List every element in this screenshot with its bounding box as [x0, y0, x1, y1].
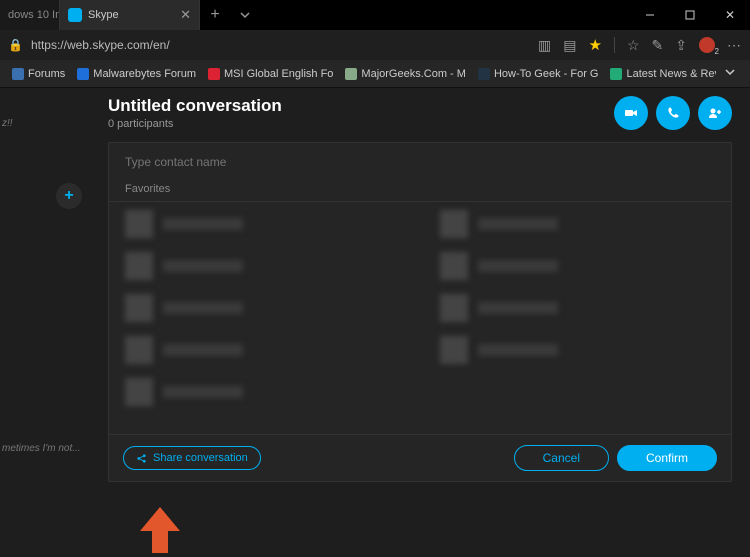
add-people-button[interactable] [698, 96, 732, 130]
contact-name [163, 260, 243, 272]
bookmark-item[interactable]: MajorGeeks.Com - M [339, 68, 472, 80]
contact-search-input[interactable] [125, 155, 715, 169]
bookmark-favicon [610, 68, 622, 80]
contact-item[interactable] [440, 336, 715, 364]
sidebar-snippet: z!! [2, 118, 13, 129]
url-text[interactable]: https://web.skype.com/en/ [31, 38, 530, 52]
address-bar: 🔒 https://web.skype.com/en/ ▥ ▤ ★ ☆ ✎ ⇪ … [0, 30, 750, 60]
add-favorite-icon[interactable]: ☆ [627, 37, 640, 54]
new-tab-button[interactable]: + [200, 0, 230, 30]
bookmark-label: MSI Global English Fo [224, 68, 333, 80]
contact-name [478, 344, 558, 356]
contact-item[interactable] [440, 210, 715, 238]
contact-item[interactable] [125, 336, 400, 364]
audio-call-button[interactable] [656, 96, 690, 130]
bookmark-item[interactable]: Forums [6, 68, 71, 80]
books-icon[interactable]: ▤ [563, 37, 576, 54]
tab-label: dows 10 In [8, 9, 60, 21]
favorite-star-icon[interactable]: ★ [589, 36, 602, 54]
contact-item[interactable] [125, 252, 400, 280]
avatar [440, 294, 468, 322]
share-icon[interactable]: ⇪ [675, 37, 687, 54]
add-conversation-button[interactable]: + [56, 183, 82, 209]
bookmarks-overflow-icon[interactable] [716, 66, 744, 81]
contact-name [163, 302, 243, 314]
contact-item[interactable] [125, 378, 400, 406]
contact-item[interactable] [440, 252, 715, 280]
bookmark-label: Latest News & Review [626, 68, 716, 80]
adblock-icon[interactable] [699, 37, 715, 53]
skype-icon [68, 8, 82, 22]
bookmark-label: Forums [28, 68, 65, 80]
bookmark-item[interactable]: MSI Global English Fo [202, 68, 339, 80]
favorites-label: Favorites [109, 181, 731, 202]
avatar [440, 210, 468, 238]
contact-name [478, 302, 558, 314]
share-conversation-button[interactable]: Share conversation [123, 446, 261, 470]
contact-name [163, 218, 243, 230]
bookmark-label: MajorGeeks.Com - M [361, 68, 466, 80]
avatar [125, 336, 153, 364]
share-label: Share conversation [153, 452, 248, 464]
contacts-sidebar: z!! + metimes I'm not... [0, 88, 90, 557]
browser-tab-inactive[interactable]: dows 10 In [0, 0, 60, 30]
panel-footer: Share conversation Cancel Confirm [109, 434, 731, 481]
bookmarks-bar: Forums Malwarebytes Forum MSI Global Engli… [0, 60, 750, 88]
bookmark-item[interactable]: Latest News & Review [604, 68, 716, 80]
skype-app: z!! + metimes I'm not... Untitled conver… [0, 88, 750, 557]
close-window-button[interactable]: ✕ [710, 0, 750, 30]
avatar [440, 252, 468, 280]
share-icon [136, 453, 147, 464]
maximize-button[interactable] [670, 0, 710, 30]
sidebar-snippet: metimes I'm not... [2, 443, 81, 454]
bookmark-favicon [77, 68, 89, 80]
bookmark-item[interactable]: How-To Geek - For G [472, 68, 605, 80]
lock-icon: 🔒 [8, 38, 23, 52]
avatar [440, 336, 468, 364]
bookmark-item[interactable]: Malwarebytes Forum [71, 68, 202, 80]
bookmark-favicon [12, 68, 24, 80]
avatar [125, 210, 153, 238]
confirm-button[interactable]: Confirm [617, 445, 717, 471]
notes-icon[interactable]: ✎ [652, 37, 664, 54]
contact-item[interactable] [440, 294, 715, 322]
close-tab-icon[interactable]: ✕ [180, 7, 191, 23]
avatar [125, 252, 153, 280]
contact-item[interactable] [125, 294, 400, 322]
conversation-title: Untitled conversation [108, 96, 614, 116]
conversation-main: Untitled conversation 0 participants Fav… [90, 88, 750, 557]
more-menu-icon[interactable]: ⋯ [727, 37, 742, 54]
contact-item[interactable] [125, 210, 400, 238]
contact-name [163, 386, 243, 398]
contact-name [478, 260, 558, 272]
participants-count: 0 participants [108, 118, 614, 130]
divider [614, 37, 615, 53]
video-call-button[interactable] [614, 96, 648, 130]
avatar [125, 294, 153, 322]
contacts-list [109, 202, 731, 434]
cancel-button[interactable]: Cancel [514, 445, 609, 471]
tab-label: Skype [88, 9, 119, 21]
avatar [125, 378, 153, 406]
reading-icon[interactable]: ▥ [538, 37, 551, 54]
contact-name [478, 218, 558, 230]
bookmark-favicon [478, 68, 490, 80]
bookmark-label: How-To Geek - For G [494, 68, 599, 80]
bookmark-label: Malwarebytes Forum [93, 68, 196, 80]
minimize-button[interactable] [630, 0, 670, 30]
tabs-chevron-icon[interactable] [230, 0, 260, 30]
bookmark-favicon [345, 68, 357, 80]
browser-tab-active[interactable]: Skype ✕ [60, 0, 200, 30]
conversation-header: Untitled conversation 0 participants [108, 96, 732, 130]
add-contacts-panel: Favorites Shar [108, 142, 732, 482]
contact-name [163, 344, 243, 356]
window-titlebar: dows 10 In Skype ✕ + ✕ [0, 0, 750, 30]
bookmark-favicon [208, 68, 220, 80]
